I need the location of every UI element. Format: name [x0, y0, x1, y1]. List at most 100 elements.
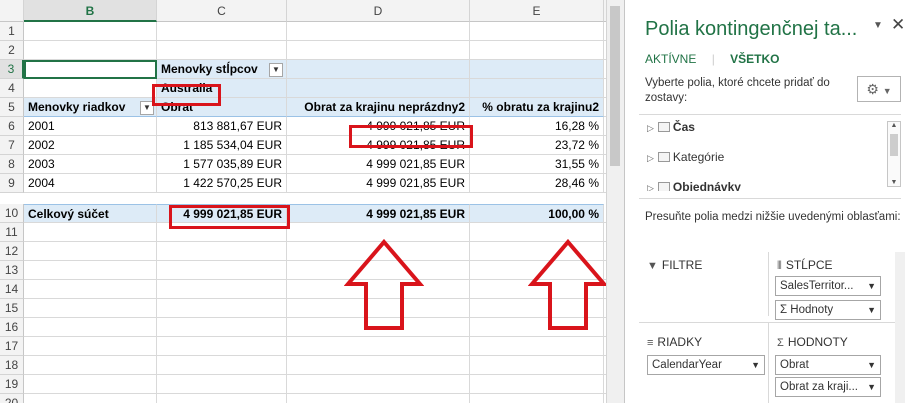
grid-cell[interactable] [287, 337, 470, 356]
row-header-9[interactable]: 9 [0, 174, 24, 193]
column-field-hodnoty[interactable]: Σ Hodnoty ▼ [775, 300, 881, 320]
grid-cell[interactable] [24, 356, 157, 375]
expand-icon[interactable]: ▷ [647, 153, 654, 163]
grid-cell[interactable] [287, 41, 470, 60]
grid-cell[interactable] [24, 223, 157, 242]
grand-total-obrat-krajina[interactable]: 4 999 021,85 EUR [287, 204, 470, 223]
vertical-scrollbar[interactable] [606, 0, 624, 403]
expand-icon[interactable]: ▷ [647, 183, 654, 191]
cell-pct-2002[interactable]: 23,72 % [470, 136, 604, 155]
cell-obrat-2001[interactable]: 813 881,67 EUR [157, 117, 287, 136]
field-objednavky[interactable]: ▷ Objednávky [647, 177, 741, 191]
value-field-obrat[interactable]: Obrat ▼ [775, 355, 881, 375]
grid-cell[interactable] [24, 261, 157, 280]
grand-total-label[interactable]: Celkový súčet [24, 204, 157, 223]
scroll-down-icon[interactable]: ▼ [888, 179, 900, 186]
chevron-down-icon[interactable]: ▼ [867, 277, 876, 295]
row-labels-caption[interactable]: Menovky riadkov [24, 98, 157, 117]
row-header-7[interactable]: 7 [0, 136, 24, 155]
grid-cell[interactable] [157, 356, 287, 375]
column-labels-filter-dropdown[interactable]: ▼ [269, 63, 283, 77]
row-header-14[interactable]: 14 [0, 280, 24, 299]
grid-cell[interactable] [24, 337, 157, 356]
grid-cell[interactable] [24, 242, 157, 261]
chevron-down-icon[interactable]: ▼ [751, 356, 760, 374]
field-cas[interactable]: ▷ Čas [647, 117, 695, 137]
column-header-d[interactable]: D [287, 0, 470, 22]
header-percent-obratu[interactable]: % obratu za krajinu2 [470, 98, 604, 117]
values-area[interactable]: Σ HODNOTY Obrat ▼ Obrat za kraji... ▼ [769, 322, 905, 403]
grid-cell[interactable] [470, 41, 604, 60]
grid-cell[interactable] [24, 299, 157, 318]
row-year-2001[interactable]: 2001 [24, 117, 157, 136]
gear-icon[interactable]: ⚙ ▼ [857, 76, 901, 102]
cell-pct-2001[interactable]: 16,28 % [470, 117, 604, 136]
grid-cell[interactable] [157, 318, 287, 337]
row-header-2[interactable]: 2 [0, 41, 24, 60]
row-year-2004[interactable]: 2004 [24, 174, 157, 193]
row-header-19[interactable]: 19 [0, 375, 24, 394]
grid-cell[interactable] [24, 22, 157, 41]
grid-cell[interactable] [157, 280, 287, 299]
column-field-salesterritory[interactable]: SalesTerritor... ▼ [775, 276, 881, 296]
row-header-5[interactable]: 5 [0, 98, 24, 117]
grid-cell[interactable] [470, 394, 604, 403]
row-header-18[interactable]: 18 [0, 356, 24, 375]
grid-cell[interactable] [287, 356, 470, 375]
grid-cell[interactable] [24, 394, 157, 403]
row-header-13[interactable]: 13 [0, 261, 24, 280]
row-year-2003[interactable]: 2003 [24, 155, 157, 174]
header-obrat-za-krajinu[interactable]: Obrat za krajinu neprázdny2 [287, 98, 470, 117]
grid-cell[interactable] [24, 375, 157, 394]
grid-cell[interactable] [287, 394, 470, 403]
row-header-11[interactable]: 11 [0, 223, 24, 242]
grid-cell[interactable] [157, 261, 287, 280]
worksheet[interactable]: B C D E 1 2 3 4 5 6 7 8 9 10 11 12 13 14 15 16 17 18 19 20 … [0, 0, 624, 403]
grid-cell[interactable] [470, 356, 604, 375]
grid-cell[interactable] [24, 41, 157, 60]
row-year-2002[interactable]: 2002 [24, 136, 157, 155]
row-header-3[interactable]: 3 [0, 60, 24, 79]
column-header-c[interactable]: C [157, 0, 287, 22]
chevron-down-icon[interactable]: ▼ [867, 301, 876, 319]
grid-cell[interactable] [157, 337, 287, 356]
columns-area[interactable]: ⦀ STĹPCE SalesTerritor... ▼ Σ Hodnoty ▼ [769, 252, 905, 320]
chevron-down-icon[interactable]: ▼ [867, 378, 876, 396]
column-header-e[interactable]: E [470, 0, 604, 22]
column-header-b[interactable]: B [24, 0, 157, 22]
row-field-calendaryear[interactable]: CalendarYear ▼ [647, 355, 765, 375]
row-header-6[interactable]: 6 [0, 117, 24, 136]
cell-obrat-2004[interactable]: 1 422 570,25 EUR [157, 174, 287, 193]
select-all-corner[interactable] [0, 0, 24, 22]
areas-scrollbar[interactable] [895, 252, 905, 403]
grid-cell[interactable] [157, 41, 287, 60]
value-field-obrat-za-krajinu[interactable]: Obrat za kraji... ▼ [775, 377, 881, 397]
row-header-4[interactable]: 4 [0, 79, 24, 98]
active-cell-b3[interactable] [24, 60, 157, 79]
grid-cell[interactable] [24, 318, 157, 337]
grid-cell[interactable] [24, 79, 157, 98]
grid-cell[interactable] [157, 22, 287, 41]
scrollbar-thumb[interactable] [610, 6, 620, 166]
grid-cell[interactable] [157, 394, 287, 403]
scroll-up-icon[interactable]: ▲ [888, 122, 900, 129]
column-labels-caption[interactable]: Menovky stĺpcov [157, 60, 287, 79]
cell-obrat-krajina-2003[interactable]: 4 999 021,85 EUR [287, 155, 470, 174]
panel-options-dropdown-icon[interactable]: ▼ [873, 20, 883, 31]
grid-cell[interactable] [157, 299, 287, 318]
field-list-scroll-thumb[interactable] [890, 134, 898, 156]
field-list-scrollbar[interactable]: ▲ ▼ [887, 121, 901, 187]
row-header-20[interactable]: 20 [0, 394, 24, 403]
grand-total-pct[interactable]: 100,00 % [470, 204, 604, 223]
row-header-12[interactable]: 12 [0, 242, 24, 261]
grid-cell[interactable] [470, 337, 604, 356]
rows-area[interactable]: ≡ RIADKY CalendarYear ▼ [639, 322, 769, 403]
row-header-15[interactable]: 15 [0, 299, 24, 318]
cell-obrat-2002[interactable]: 1 185 534,04 EUR [157, 136, 287, 155]
cell-pct-2004[interactable]: 28,46 % [470, 174, 604, 193]
tab-aktivne[interactable]: AKTÍVNE [645, 52, 696, 66]
row-header-17[interactable]: 17 [0, 337, 24, 356]
row-header-1[interactable]: 1 [0, 22, 24, 41]
grid-cell[interactable] [470, 22, 604, 41]
expand-icon[interactable]: ▷ [647, 123, 654, 133]
